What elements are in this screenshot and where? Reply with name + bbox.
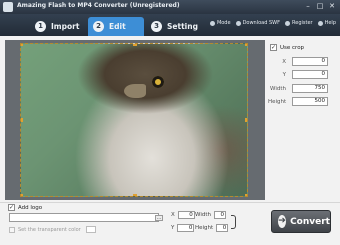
register-icon	[285, 20, 290, 26]
video-preview	[5, 40, 265, 200]
use-crop-label: Use crop	[280, 44, 305, 51]
menu-register[interactable]: Register	[285, 20, 313, 26]
step-1-icon: 1	[35, 21, 46, 32]
transparent-color-label: Set the transparent color	[18, 226, 81, 233]
crop-y-input[interactable]: 0	[292, 70, 328, 79]
preview-frame-beak	[124, 84, 146, 98]
crop-x-label: X	[282, 58, 286, 65]
toolbar: 1 Import 2 Edit 3 Setting Mode Download …	[0, 14, 340, 36]
use-crop-row[interactable]: ✓ Use crop	[270, 44, 304, 51]
minimize-button[interactable]: –	[303, 2, 313, 11]
menu-register-label: Register	[292, 20, 313, 26]
logo-height-row: Height 0	[195, 224, 229, 232]
convert-button[interactable]: ➔ Convert	[271, 210, 331, 233]
crop-height-input[interactable]: 500	[292, 97, 328, 106]
app-icon	[3, 2, 13, 12]
convert-label: Convert	[290, 216, 330, 227]
transparent-color-row: Set the transparent color	[9, 226, 96, 233]
menu-download[interactable]: Download SWF	[235, 20, 280, 26]
logo-width-label: Width	[195, 212, 211, 218]
preview-frame-eye	[152, 76, 164, 88]
logo-height-input[interactable]: 0	[216, 224, 229, 232]
crop-handle-bottom-right[interactable]	[245, 194, 247, 196]
crop-handle-bottom-left[interactable]	[21, 194, 23, 196]
crop-height-label: Height	[268, 98, 287, 105]
top-menu: Mode Download SWF Register Help	[209, 20, 336, 26]
crop-y-label: Y	[282, 71, 286, 78]
aspect-link-icon[interactable]	[231, 215, 236, 229]
add-logo-label: Add logo	[18, 204, 43, 211]
logo-height-label: Height	[195, 225, 214, 231]
logo-x-input[interactable]: 0	[177, 211, 195, 219]
use-crop-checkbox[interactable]: ✓	[270, 44, 277, 51]
menu-mode[interactable]: Mode	[209, 20, 231, 26]
crop-handle-bottom[interactable]	[133, 194, 137, 196]
add-logo-row[interactable]: ✓ Add logo	[8, 204, 42, 211]
tab-edit[interactable]: 2 Edit	[88, 17, 144, 36]
window-title: Amazing Flash to MP4 Converter (Unregist…	[17, 2, 180, 9]
transparent-color-swatch[interactable]	[85, 226, 96, 233]
crop-width-label: Width	[270, 85, 286, 92]
step-2-icon: 2	[93, 21, 104, 32]
window-controls: – □ ✕	[303, 2, 337, 11]
logo-x-row: X 0	[171, 211, 195, 219]
crop-handle-left[interactable]	[21, 118, 23, 122]
logo-y-input[interactable]: 0	[177, 224, 195, 232]
crop-x-input[interactable]: 0	[292, 57, 328, 66]
logo-y-row: Y 0	[171, 224, 195, 232]
download-icon	[235, 20, 241, 26]
crop-settings: ✓ Use crop X 0 Y 0 Width 750 Height 500	[268, 40, 336, 200]
convert-arrow-icon: ➔	[278, 215, 287, 228]
menu-help-label: Help	[324, 20, 336, 26]
maximize-button[interactable]: □	[315, 2, 325, 11]
menu-download-label: Download SWF	[242, 20, 280, 26]
crop-handle-top-left[interactable]	[21, 44, 23, 46]
close-button[interactable]: ✕	[327, 2, 337, 11]
edit-panel: ✓ Use crop X 0 Y 0 Width 750 Height 500 …	[0, 36, 340, 245]
crop-height-row: Height 500	[268, 97, 336, 106]
logo-browse-button[interactable]: ...	[155, 215, 163, 221]
tab-edit-label: Edit	[109, 22, 126, 31]
logo-width-input[interactable]: 0	[213, 211, 226, 219]
menu-mode-label: Mode	[216, 20, 231, 26]
crop-area[interactable]	[20, 43, 248, 197]
crop-x-row: X 0	[268, 57, 336, 66]
crop-width-input[interactable]: 750	[292, 84, 328, 93]
tab-import-label: Import	[51, 22, 80, 31]
logo-path-input[interactable]: ...	[9, 213, 163, 222]
tab-import[interactable]: 1 Import	[30, 17, 86, 36]
logo-y-label: Y	[171, 225, 175, 231]
logo-width-row: Width 0	[195, 211, 226, 219]
menu-help[interactable]: Help	[317, 20, 336, 26]
title-bar: Amazing Flash to MP4 Converter (Unregist…	[0, 0, 340, 14]
crop-handle-right[interactable]	[245, 118, 247, 122]
divider	[0, 202, 340, 203]
crop-width-row: Width 750	[268, 84, 336, 93]
crop-y-row: Y 0	[268, 70, 336, 79]
step-3-icon: 3	[151, 21, 162, 32]
transparent-color-checkbox[interactable]	[9, 226, 15, 233]
tab-setting-label: Setting	[167, 22, 198, 31]
crop-handle-top-right[interactable]	[245, 44, 247, 46]
logo-x-label: X	[171, 212, 175, 218]
tab-setting[interactable]: 3 Setting	[146, 17, 208, 36]
mode-icon	[209, 20, 215, 26]
crop-handle-top[interactable]	[133, 44, 137, 46]
add-logo-checkbox[interactable]: ✓	[8, 204, 15, 211]
help-icon	[317, 20, 323, 26]
